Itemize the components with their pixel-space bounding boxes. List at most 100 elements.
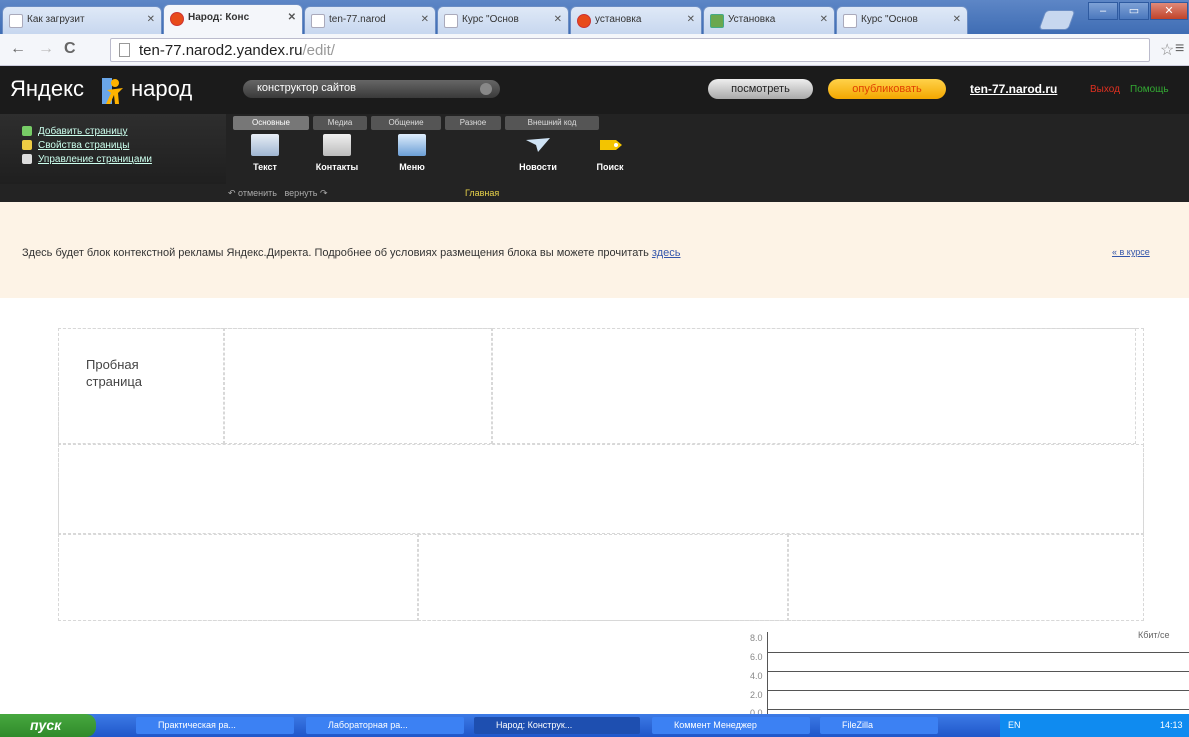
layout-cell[interactable] bbox=[58, 444, 1144, 534]
tab-communication[interactable]: Общение bbox=[371, 116, 441, 130]
manage-pages-link[interactable]: Управление страницами bbox=[38, 154, 152, 165]
contacts-tool-icon bbox=[323, 134, 351, 156]
redo-icon: ↷ bbox=[320, 188, 328, 198]
page-icon bbox=[843, 14, 857, 28]
close-icon[interactable]: ✕ bbox=[953, 14, 961, 25]
narod-logo-icon bbox=[102, 78, 123, 104]
tab-media[interactable]: Медиа bbox=[313, 116, 367, 130]
graph-tick: 4.0 bbox=[750, 671, 763, 681]
tab-basic[interactable]: Основные bbox=[233, 116, 309, 130]
close-icon[interactable]: ✕ bbox=[554, 14, 562, 25]
page-title[interactable]: Пробная страница bbox=[86, 356, 176, 390]
ad-banner: Здесь будет блок контекстной рекламы Янд… bbox=[0, 202, 1189, 298]
browser-tab-title: Народ: Конс bbox=[188, 12, 250, 23]
close-window-button[interactable]: ✕ bbox=[1150, 2, 1188, 20]
layout-cell[interactable] bbox=[224, 328, 492, 444]
undo-redo-row: ↶ отменить вернуть ↷ bbox=[228, 188, 328, 199]
close-icon[interactable]: ✕ bbox=[421, 14, 429, 25]
taskbar-item[interactable]: Лабораторная ра... bbox=[306, 717, 464, 734]
text-tool-icon bbox=[251, 134, 279, 156]
pencil-icon bbox=[22, 140, 32, 150]
tool-text[interactable]: Текст bbox=[235, 134, 295, 172]
tool-label: Новости bbox=[519, 162, 557, 172]
add-page-icon bbox=[22, 126, 32, 136]
constructor-label: конструктор сайтов bbox=[257, 82, 356, 94]
browser-tab[interactable]: ten-77.narod ✕ bbox=[304, 6, 436, 34]
minimize-button[interactable]: – bbox=[1088, 2, 1118, 20]
browser-tab-active[interactable]: Народ: Конс ✕ bbox=[163, 4, 303, 34]
browser-tab-title: Курс "Основ bbox=[861, 14, 918, 25]
exit-link[interactable]: Выход bbox=[1090, 84, 1120, 95]
tool-search[interactable]: Поиск bbox=[580, 134, 640, 172]
tab-external-code[interactable]: Внешний код bbox=[505, 116, 599, 130]
add-page-link[interactable]: Добавить страницу bbox=[38, 126, 128, 137]
logo-narod[interactable]: народ bbox=[131, 76, 192, 102]
browser-tab-strip: Как загрузит ✕ Народ: Конс ✕ ten-77.naro… bbox=[0, 0, 1189, 34]
tab-misc[interactable]: Разное bbox=[445, 116, 501, 130]
taskbar-item[interactable]: FileZilla bbox=[820, 717, 938, 734]
close-icon[interactable]: ✕ bbox=[820, 14, 828, 25]
close-icon[interactable]: ✕ bbox=[147, 14, 155, 25]
tool-menu[interactable]: Меню bbox=[382, 134, 442, 172]
reload-icon[interactable]: C bbox=[64, 40, 76, 58]
graph-gridline bbox=[767, 709, 1189, 710]
taskbar-item-label: FileZilla bbox=[842, 720, 874, 730]
redo-button[interactable]: вернуть bbox=[285, 188, 318, 198]
tool-label: Контакты bbox=[315, 162, 359, 172]
search-tool-icon bbox=[600, 140, 622, 150]
page-properties-link[interactable]: Свойства страницы bbox=[38, 140, 129, 151]
address-bar[interactable]: ten-77.narod2.yandex.ru/edit/ bbox=[110, 38, 1150, 62]
graph-tick: 6.0 bbox=[750, 652, 763, 662]
browser-tab[interactable]: Установка ✕ bbox=[703, 6, 835, 34]
site-header: Яндекс народ конструктор сайтов посмотре… bbox=[0, 66, 1189, 114]
course-link[interactable]: « в курсе bbox=[1112, 247, 1150, 257]
browser-tab[interactable]: Курс "Основ ✕ bbox=[437, 6, 569, 34]
layout-cell[interactable] bbox=[492, 328, 1136, 444]
taskbar-item-label: Народ: Конструк... bbox=[496, 720, 573, 730]
graph-gridline bbox=[767, 671, 1189, 672]
url-path: /edit/ bbox=[302, 42, 335, 59]
taskbar: пуск Практическая ра... Лабораторная ра.… bbox=[0, 714, 1189, 737]
page-icon bbox=[444, 14, 458, 28]
youtube-icon bbox=[577, 14, 591, 28]
narod-favicon-icon bbox=[170, 12, 184, 26]
help-link[interactable]: Помощь bbox=[1130, 84, 1169, 95]
taskbar-item-label: Коммент Менеджер bbox=[674, 720, 757, 730]
publish-button[interactable]: опубликовать bbox=[828, 79, 946, 99]
taskbar-item[interactable]: Практическая ра... bbox=[136, 717, 294, 734]
page-menu: Добавить страницу Свойства страницы Упра… bbox=[0, 114, 226, 184]
ad-link[interactable]: здесь bbox=[652, 247, 681, 259]
back-icon[interactable]: ← bbox=[10, 40, 26, 58]
maximize-button[interactable]: ▭ bbox=[1119, 2, 1149, 20]
bookmark-star-icon[interactable]: ☆ bbox=[1160, 40, 1174, 60]
new-tab-button[interactable] bbox=[1038, 10, 1076, 30]
site-link[interactable]: ten-77.narod.ru bbox=[970, 82, 1057, 96]
menu-icon[interactable]: ≡ bbox=[1175, 40, 1184, 58]
current-page-label[interactable]: Главная bbox=[465, 188, 499, 198]
tool-contacts[interactable]: Контакты bbox=[307, 134, 367, 172]
browser-tab[interactable]: Как загрузит ✕ bbox=[2, 6, 162, 34]
view-button[interactable]: посмотреть bbox=[708, 79, 813, 99]
layout-cell[interactable] bbox=[788, 534, 1144, 621]
taskbar-item[interactable]: Коммент Менеджер bbox=[652, 717, 810, 734]
start-button[interactable]: пуск bbox=[0, 714, 96, 737]
close-icon[interactable]: ✕ bbox=[288, 12, 296, 23]
layout-cell[interactable] bbox=[58, 534, 418, 621]
page-icon bbox=[9, 14, 23, 28]
clock: 14:13 bbox=[1160, 720, 1183, 730]
taskbar-item-active[interactable]: Народ: Конструк... bbox=[474, 717, 640, 734]
pages-icon bbox=[22, 154, 32, 164]
browser-tab[interactable]: установка ✕ bbox=[570, 6, 702, 34]
graph-unit: Кбит/се bbox=[1138, 630, 1170, 640]
forward-icon[interactable]: → bbox=[38, 40, 54, 58]
browser-tab-title: Установка bbox=[728, 14, 776, 25]
layout-cell[interactable] bbox=[418, 534, 788, 621]
logo-yandex[interactable]: Яндекс bbox=[10, 76, 84, 102]
page-icon bbox=[311, 14, 325, 28]
tool-news[interactable]: Новости bbox=[508, 134, 568, 172]
close-icon[interactable]: ✕ bbox=[687, 14, 695, 25]
undo-button[interactable]: отменить bbox=[238, 188, 277, 198]
constructor-dropdown[interactable]: конструктор сайтов bbox=[243, 80, 500, 98]
browser-tab[interactable]: Курс "Основ ✕ bbox=[836, 6, 968, 34]
language-indicator[interactable]: EN bbox=[1008, 720, 1021, 730]
